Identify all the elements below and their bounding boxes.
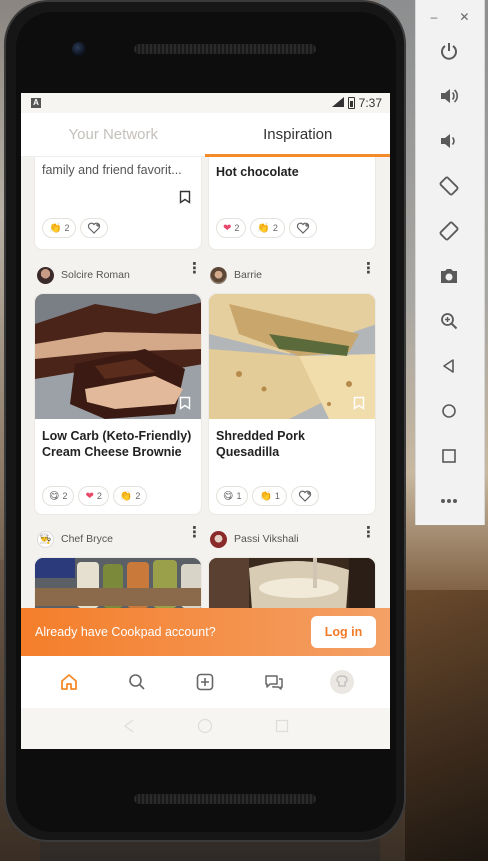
recipe-photo[interactable]	[35, 294, 201, 419]
volume-down-icon[interactable]	[436, 128, 462, 154]
chat-icon[interactable]	[260, 668, 288, 696]
bottom-navigation	[21, 656, 390, 708]
app-screen: A 7:37 Your Network Inspiration family a…	[21, 93, 390, 749]
author-name: Barrie	[234, 269, 263, 281]
top-speaker	[134, 44, 316, 54]
add-recipe-icon[interactable]	[191, 668, 219, 696]
overview-icon[interactable]	[436, 443, 462, 469]
zoom-icon[interactable]	[436, 308, 462, 334]
recipe-photo[interactable]	[35, 558, 201, 608]
tab-inspiration[interactable]: Inspiration	[206, 113, 391, 156]
recipe-card[interactable]: Low Carb (Keto-Friendly) Cream Cheese Br…	[34, 293, 202, 515]
recipe-card[interactable]: family and friend favorit... 👏 2	[34, 157, 202, 250]
recipe-card[interactable]: Hot chocolate ❤ 2 👏 2	[208, 157, 376, 250]
back-icon[interactable]	[122, 719, 136, 738]
battery-icon	[347, 97, 355, 109]
add-reaction-button[interactable]	[80, 218, 109, 238]
minimize-icon[interactable]: ‒	[431, 10, 438, 24]
bookmark-icon[interactable]	[179, 190, 191, 204]
recipe-card-title: Shredded Pork Quesadilla	[216, 429, 305, 459]
add-reaction-button[interactable]	[288, 218, 317, 238]
bookmark-icon[interactable]	[179, 396, 191, 410]
more-options-icon[interactable]: ⋮	[361, 261, 376, 276]
more-options-icon[interactable]: ⋮	[187, 261, 202, 276]
rotate-left-icon[interactable]	[436, 173, 462, 199]
close-icon[interactable]: ✕	[459, 10, 469, 24]
reaction-clap[interactable]: 👏 1	[252, 486, 287, 506]
avatar	[37, 266, 54, 284]
front-camera	[72, 42, 86, 56]
search-icon[interactable]	[123, 668, 151, 696]
login-banner: Already have Cookpad account? Log in	[21, 608, 390, 656]
reaction-clap[interactable]: 👏 2	[42, 218, 77, 238]
home-icon[interactable]	[55, 668, 83, 696]
reaction-yum[interactable]: 😋 1	[216, 486, 249, 506]
rotate-right-icon[interactable]	[436, 218, 462, 244]
reaction-heart[interactable]: ❤ 2	[78, 486, 109, 506]
tab-your-network[interactable]: Your Network	[21, 113, 206, 156]
more-options-icon[interactable]: ⋮	[361, 525, 376, 540]
recipe-feed[interactable]: family and friend favorit... 👏 2 Hot choc…	[21, 157, 390, 608]
avatar	[210, 266, 227, 284]
recipe-card-title: Low Carb (Keto-Friendly) Cream Cheese Br…	[42, 429, 192, 459]
profile-icon[interactable]	[328, 668, 356, 696]
more-options-icon[interactable]	[436, 488, 462, 514]
system-navigation-bar	[21, 708, 390, 749]
recents-icon[interactable]	[275, 719, 289, 738]
reaction-clap[interactable]: 👏 2	[112, 486, 148, 506]
bottom-speaker	[134, 794, 316, 804]
home-circle-icon[interactable]	[197, 718, 213, 739]
add-reaction-button[interactable]	[290, 486, 319, 506]
home-circle-icon[interactable]	[436, 398, 462, 424]
chef-hat-avatar: 👨‍🍳	[37, 530, 54, 548]
tab-bar: Your Network Inspiration	[21, 113, 390, 157]
reaction-yum[interactable]: 😋 2	[42, 486, 75, 506]
recipe-card-subtitle: family and friend favorit...	[42, 163, 182, 177]
volume-up-icon[interactable]	[436, 83, 462, 109]
recipe-author[interactable]: Passi Vikshali	[210, 527, 299, 551]
bookmark-icon[interactable]	[353, 396, 365, 410]
recipe-card[interactable]	[34, 557, 202, 608]
login-button[interactable]: Log in	[311, 616, 376, 648]
author-name: Passi Vikshali	[234, 533, 299, 545]
recipe-card-title: Hot chocolate	[216, 165, 299, 179]
back-icon[interactable]	[436, 353, 462, 379]
recipe-photo[interactable]	[209, 558, 375, 608]
power-icon[interactable]	[436, 38, 462, 64]
recipe-author[interactable]: Solcire Roman	[37, 263, 130, 287]
signal-icon	[331, 96, 344, 110]
more-options-icon[interactable]: ⋮	[187, 525, 202, 540]
banner-text: Already have Cookpad account?	[35, 625, 216, 639]
notification-icon: A	[31, 98, 41, 108]
recipe-card[interactable]: Shredded Pork Quesadilla 😋 1 👏 1	[208, 293, 376, 515]
status-time: 7:37	[358, 96, 382, 110]
recipe-author[interactable]: Barrie	[210, 263, 262, 287]
author-name: Solcire Roman	[61, 269, 130, 281]
emulator-toolbar: ‒ ✕	[415, 0, 485, 525]
reaction-heart[interactable]: ❤ 2	[216, 218, 247, 238]
author-name: Chef Bryce	[61, 533, 113, 545]
avatar	[210, 530, 227, 548]
recipe-card[interactable]	[208, 557, 376, 608]
recipe-photo[interactable]	[209, 294, 375, 419]
status-bar: A 7:37	[21, 93, 390, 113]
reaction-clap[interactable]: 👏 2	[250, 218, 285, 238]
recipe-author[interactable]: 👨‍🍳 Chef Bryce	[37, 527, 113, 551]
camera-icon[interactable]	[436, 263, 462, 289]
